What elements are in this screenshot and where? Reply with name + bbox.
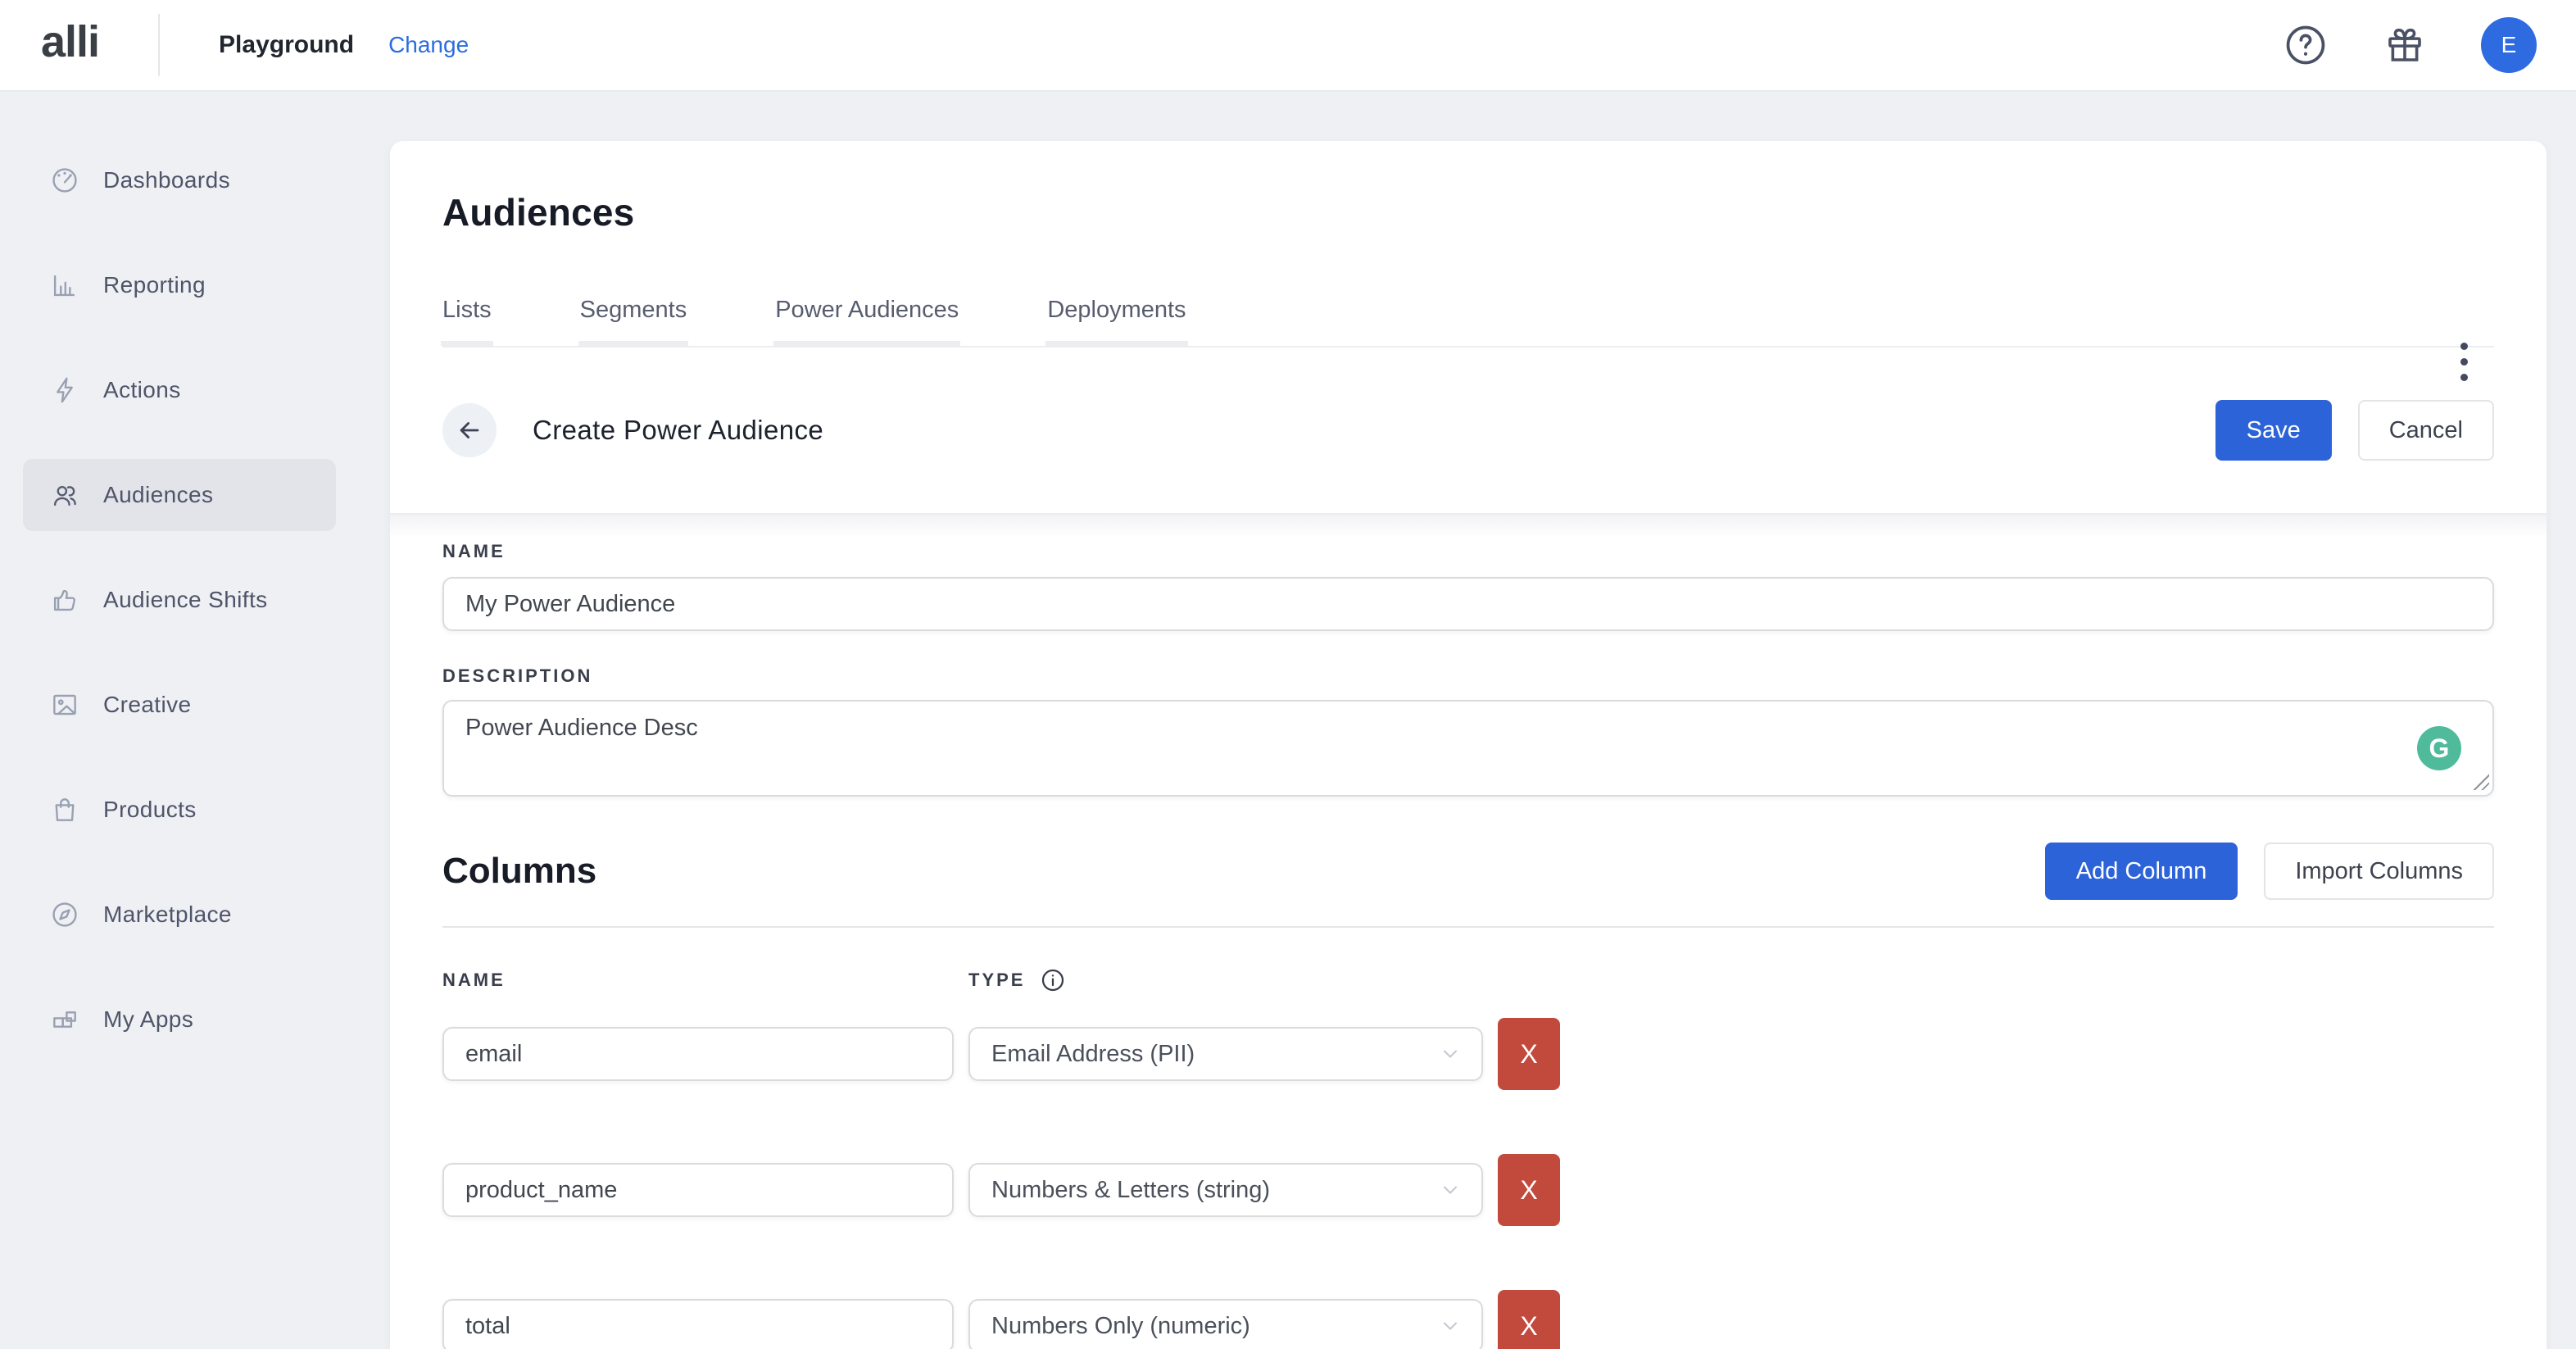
sidebar: Dashboards Reporting Actions	[0, 92, 390, 1349]
page-title: Audiences	[442, 190, 2494, 234]
topbar-divider	[158, 14, 160, 76]
power-audience-form: NAME DESCRIPTION Power Audience Desc G C…	[390, 541, 2547, 1349]
sidebar-item-label: Reporting	[103, 272, 206, 298]
avatar[interactable]: E	[2481, 17, 2537, 73]
selected-type: Email Address (PII)	[991, 1041, 1195, 1068]
column-type-select[interactable]: Numbers & Letters (string)	[968, 1163, 1483, 1217]
audiences-card: Audiences Lists Segments Power Audiences…	[390, 141, 2547, 1349]
create-header: Create Power Audience Save Cancel	[390, 347, 2547, 515]
column-row: Numbers Only (numeric) X	[442, 1290, 2494, 1349]
question-circle-icon	[2283, 22, 2329, 68]
sidebar-item-label: Products	[103, 797, 197, 823]
people-icon	[49, 479, 80, 511]
gift-icon	[2383, 23, 2427, 67]
columns-title: Columns	[442, 851, 596, 892]
sidebar-item-label: My Apps	[103, 1006, 193, 1033]
topbar: alli Playground Change	[0, 0, 2576, 92]
name-input[interactable]	[442, 577, 2494, 631]
remove-column-button[interactable]: X	[1498, 1154, 1560, 1226]
sidebar-item-label: Marketplace	[103, 902, 232, 928]
app: alli Playground Change	[0, 0, 2576, 1349]
sidebar-item-audiences[interactable]: Audiences	[23, 459, 336, 531]
help-button[interactable]	[2283, 22, 2329, 68]
sidebar-item-label: Audience Shifts	[103, 587, 268, 613]
sidebar-item-label: Dashboards	[103, 167, 230, 193]
chevron-down-icon	[1439, 1315, 1462, 1338]
topbar-actions: E	[2283, 17, 2537, 73]
arrow-left-icon	[456, 416, 483, 444]
header-shadow	[390, 515, 2547, 538]
workspace-name: Playground	[219, 31, 354, 59]
columns-divider	[442, 926, 2494, 928]
sidebar-item-actions[interactable]: Actions	[23, 354, 336, 426]
tab-deployments[interactable]: Deployments	[1047, 274, 1186, 346]
remove-column-button[interactable]: X	[1498, 1290, 1560, 1349]
info-icon[interactable]	[1040, 967, 1066, 993]
sidebar-item-products[interactable]: Products	[23, 774, 336, 846]
selected-type: Numbers & Letters (string)	[991, 1177, 1270, 1204]
grammarly-icon[interactable]: G	[2417, 726, 2461, 770]
sidebar-item-my-apps[interactable]: My Apps	[23, 983, 336, 1056]
kebab-menu-icon[interactable]	[2454, 336, 2474, 388]
column-name-input[interactable]	[442, 1299, 954, 1349]
sidebar-item-marketplace[interactable]: Marketplace	[23, 879, 336, 951]
whats-new-button[interactable]	[2383, 23, 2427, 67]
description-label: DESCRIPTION	[442, 665, 2494, 687]
selected-type: Numbers Only (numeric)	[991, 1313, 1250, 1340]
main-area: Audiences Lists Segments Power Audiences…	[390, 92, 2576, 1349]
tab-power-audiences[interactable]: Power Audiences	[775, 274, 959, 346]
sidebar-item-label: Actions	[103, 377, 181, 403]
sidebar-item-label: Audiences	[103, 482, 213, 508]
column-name-input[interactable]	[442, 1163, 954, 1217]
back-button[interactable]	[442, 403, 497, 457]
import-columns-button[interactable]: Import Columns	[2264, 843, 2494, 900]
sidebar-item-dashboards[interactable]: Dashboards	[23, 144, 336, 216]
column-row: Email Address (PII) X	[442, 1018, 2494, 1090]
sidebar-item-audience-shifts[interactable]: Audience Shifts	[23, 564, 336, 636]
sidebar-item-creative[interactable]: Creative	[23, 669, 336, 741]
image-icon	[49, 689, 80, 720]
chevron-down-icon	[1439, 1042, 1462, 1065]
description-input[interactable]: Power Audience Desc	[442, 700, 2494, 797]
remove-column-button[interactable]: X	[1498, 1018, 1560, 1090]
add-column-button[interactable]: Add Column	[2045, 843, 2238, 900]
cancel-button[interactable]: Cancel	[2358, 400, 2494, 461]
tab-lists[interactable]: Lists	[442, 274, 492, 346]
column-name-input[interactable]	[442, 1027, 954, 1081]
tab-segments[interactable]: Segments	[580, 274, 687, 346]
blocks-icon	[49, 1004, 80, 1035]
bar-chart-icon	[49, 270, 80, 301]
column-type-select[interactable]: Email Address (PII)	[968, 1027, 1483, 1081]
alli-logo: alli	[41, 20, 99, 70]
column-type-header: TYPE	[968, 970, 1025, 991]
gauge-icon	[49, 165, 80, 196]
column-name-header: NAME	[442, 970, 968, 991]
sidebar-item-label: Creative	[103, 692, 191, 718]
change-workspace-link[interactable]: Change	[388, 32, 469, 58]
sidebar-item-reporting[interactable]: Reporting	[23, 249, 336, 321]
column-type-select[interactable]: Numbers Only (numeric)	[968, 1299, 1483, 1349]
thumbs-up-icon	[49, 584, 80, 615]
columns-list: Email Address (PII) X Numbers & Letters …	[442, 1018, 2494, 1349]
tab-bar: Lists Segments Power Audiences Deploymen…	[442, 274, 2494, 347]
chevron-down-icon	[1439, 1179, 1462, 1201]
bag-icon	[49, 794, 80, 825]
save-button[interactable]: Save	[2215, 400, 2332, 461]
lightning-icon	[49, 375, 80, 406]
name-label: NAME	[442, 541, 2494, 562]
compass-icon	[49, 899, 80, 930]
create-title: Create Power Audience	[533, 415, 823, 446]
column-row: Numbers & Letters (string) X	[442, 1154, 2494, 1226]
